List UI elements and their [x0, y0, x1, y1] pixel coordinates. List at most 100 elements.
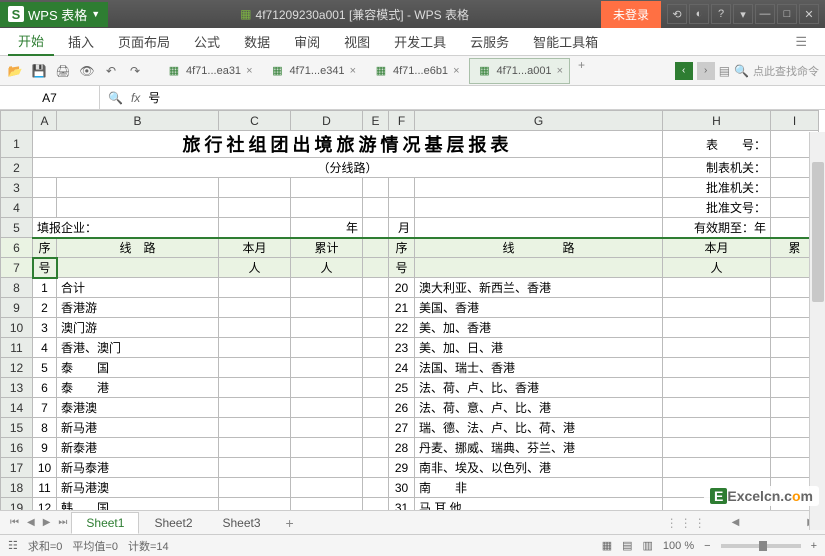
- sheet-nav-last-icon[interactable]: ⏭: [54, 517, 71, 528]
- cell[interactable]: 20: [389, 278, 415, 298]
- col-header[interactable]: E: [363, 111, 389, 131]
- cell[interactable]: 法国、瑞士、香港: [415, 358, 663, 378]
- print-icon[interactable]: 🖨: [54, 62, 72, 80]
- cell[interactable]: 22: [389, 318, 415, 338]
- zoom-in-icon[interactable]: +: [811, 540, 817, 552]
- cell[interactable]: [363, 478, 389, 498]
- close-icon[interactable]: ×: [557, 65, 563, 77]
- cell[interactable]: [219, 298, 291, 318]
- undo-icon[interactable]: ↶: [102, 62, 120, 80]
- cell-reference[interactable]: A7: [0, 86, 100, 109]
- cell[interactable]: [363, 498, 389, 511]
- cell[interactable]: [291, 358, 363, 378]
- layout-icon[interactable]: ☷: [8, 539, 18, 552]
- cell[interactable]: [291, 478, 363, 498]
- col-header[interactable]: C: [219, 111, 291, 131]
- cell[interactable]: 8: [33, 418, 57, 438]
- menu-review[interactable]: 审阅: [284, 28, 330, 55]
- row-header[interactable]: 10: [1, 318, 33, 338]
- cell[interactable]: 新泰港: [57, 438, 219, 458]
- row-header[interactable]: 18: [1, 478, 33, 498]
- close-button[interactable]: ✕: [799, 4, 819, 24]
- cell[interactable]: [291, 418, 363, 438]
- cell[interactable]: 澳门游: [57, 318, 219, 338]
- list-icon[interactable]: ▤: [719, 64, 730, 78]
- minimize-button[interactable]: —: [755, 4, 775, 24]
- row-header[interactable]: 14: [1, 398, 33, 418]
- sheet-tab[interactable]: Sheet2: [139, 512, 207, 534]
- close-icon[interactable]: ×: [453, 65, 459, 77]
- cell[interactable]: [291, 438, 363, 458]
- menu-smart[interactable]: 智能工具箱: [523, 28, 608, 55]
- row-header[interactable]: 8: [1, 278, 33, 298]
- cell[interactable]: [219, 318, 291, 338]
- row-header[interactable]: 2: [1, 158, 33, 178]
- cell[interactable]: [291, 398, 363, 418]
- row-header[interactable]: 9: [1, 298, 33, 318]
- cell[interactable]: [663, 278, 771, 298]
- cell[interactable]: [219, 418, 291, 438]
- cell[interactable]: 法、荷、意、卢、比、港: [415, 398, 663, 418]
- active-cell[interactable]: 号: [33, 258, 57, 278]
- select-all-corner[interactable]: [1, 111, 33, 131]
- tab-nav-prev-icon[interactable]: ‹: [675, 62, 693, 80]
- cell[interactable]: [291, 378, 363, 398]
- cell[interactable]: [219, 458, 291, 478]
- file-tab[interactable]: ▦4f71...e341×: [262, 58, 364, 84]
- row-header[interactable]: 16: [1, 438, 33, 458]
- cell[interactable]: 23: [389, 338, 415, 358]
- cell[interactable]: 26: [389, 398, 415, 418]
- save-icon[interactable]: 💾: [30, 62, 48, 80]
- login-button[interactable]: 未登录: [601, 1, 661, 28]
- row-header[interactable]: 12: [1, 358, 33, 378]
- sheet-nav-next-icon[interactable]: ▶: [39, 517, 55, 528]
- cell[interactable]: 美、加、香港: [415, 318, 663, 338]
- cell[interactable]: 香港、澳门: [57, 338, 219, 358]
- cell[interactable]: 澳大利亚、新西兰、香港: [415, 278, 663, 298]
- cell[interactable]: 7: [33, 398, 57, 418]
- menu-dev[interactable]: 开发工具: [384, 28, 456, 55]
- zoom-out-icon[interactable]: −: [704, 540, 710, 552]
- cell[interactable]: 28: [389, 438, 415, 458]
- zoom-slider[interactable]: [721, 544, 801, 548]
- sync-icon[interactable]: ⟲: [667, 4, 687, 24]
- file-tab[interactable]: ▦4f71...e6b1×: [365, 58, 467, 84]
- sheet-tab[interactable]: Sheet1: [71, 512, 139, 534]
- cell[interactable]: 10: [33, 458, 57, 478]
- cell[interactable]: 1: [33, 278, 57, 298]
- vertical-scrollbar[interactable]: [809, 132, 825, 530]
- row-header[interactable]: 6: [1, 238, 33, 258]
- row-header[interactable]: 7: [1, 258, 33, 278]
- cell[interactable]: [291, 298, 363, 318]
- cell[interactable]: [363, 298, 389, 318]
- cell[interactable]: 新马港: [57, 418, 219, 438]
- add-sheet-icon[interactable]: +: [276, 515, 304, 531]
- sheet-nav-prev-icon[interactable]: ◀: [23, 517, 39, 528]
- col-header[interactable]: A: [33, 111, 57, 131]
- cell[interactable]: [663, 358, 771, 378]
- hscroll-left-icon[interactable]: ◀: [728, 517, 744, 528]
- cell[interactable]: 24: [389, 358, 415, 378]
- cell[interactable]: 30: [389, 478, 415, 498]
- cell[interactable]: [663, 338, 771, 358]
- maximize-button[interactable]: □: [777, 4, 797, 24]
- spreadsheet-grid[interactable]: A B C D E F G H I 1旅行社组团出境旅游情况基层报表表 号： 2…: [0, 110, 825, 510]
- col-header[interactable]: H: [663, 111, 771, 131]
- preview-icon[interactable]: 👁: [78, 62, 96, 80]
- cell[interactable]: [219, 278, 291, 298]
- menu-insert[interactable]: 插入: [58, 28, 104, 55]
- pin-icon[interactable]: ▾: [733, 4, 753, 24]
- cell[interactable]: 泰港澳: [57, 398, 219, 418]
- cell[interactable]: 韩 国: [57, 498, 219, 511]
- file-tab-active[interactable]: ▦4f71...a001×: [469, 58, 571, 84]
- redo-icon[interactable]: ↷: [126, 62, 144, 80]
- cell[interactable]: 29: [389, 458, 415, 478]
- name-search-icon[interactable]: 🔍: [108, 91, 123, 105]
- cell[interactable]: 泰 港: [57, 378, 219, 398]
- cell[interactable]: 瑞、德、法、卢、比、荷、港: [415, 418, 663, 438]
- cell[interactable]: [219, 398, 291, 418]
- cell[interactable]: [291, 278, 363, 298]
- cell[interactable]: [291, 318, 363, 338]
- sheet-tab[interactable]: Sheet3: [208, 512, 276, 534]
- cell[interactable]: 泰 国: [57, 358, 219, 378]
